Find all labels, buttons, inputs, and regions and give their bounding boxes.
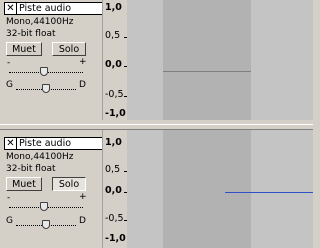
vertical-ruler: 1,0 0,5 0,0 -0,5 -1,0 [102,130,127,248]
solo-button[interactable]: Solo [52,177,86,191]
gain-slider-thumb[interactable] [40,67,48,76]
gain-plus-label: + [79,192,87,202]
pan-slider-thumb[interactable] [42,220,50,229]
waveform-line [225,192,313,193]
ruler-label: 1,0 [105,137,122,148]
track-format: Mono,44100Hz [6,152,74,162]
track-bitdepth: 32-bit float [6,29,56,39]
track-2: ✕ Piste audio Mono,44100Hz 32-bit float … [0,130,313,248]
ruler-label: -1,0 [105,233,126,244]
close-icon[interactable]: ✕ [5,138,17,149]
selection-region[interactable] [163,130,251,248]
track-name[interactable]: Piste audio [17,138,112,149]
vertical-ruler: 1,0 0,5 0,0 -0,5 -1,0 [102,0,127,120]
gain-slider-thumb[interactable] [40,202,48,211]
ruler-label: 0,0 [105,185,122,196]
close-icon[interactable]: ✕ [5,3,17,14]
waveform-area[interactable] [127,0,313,120]
ruler-label: -0,5 [105,213,124,224]
ruler-label: 0,5 [105,30,121,41]
gain-minus-label: - [7,193,11,203]
pan-right-label: D [79,216,86,226]
selection-region[interactable] [163,0,251,120]
track-format: Mono,44100Hz [6,17,74,27]
gain-minus-label: - [7,58,11,68]
waveform-area[interactable] [127,130,313,248]
waveform-line [163,71,251,72]
ruler-label: -1,0 [105,108,126,119]
track-bitdepth: 32-bit float [6,164,56,174]
track-1: ✕ Piste audio Mono,44100Hz 32-bit float … [0,0,313,124]
pan-slider-thumb[interactable] [42,84,50,93]
ruler-label: 0,0 [105,59,122,70]
gain-plus-label: + [79,57,87,67]
solo-button[interactable]: Solo [52,42,86,56]
pan-left-label: G [6,216,13,226]
mute-button[interactable]: Muet [6,177,42,191]
ruler-label: -0,5 [105,89,124,100]
ruler-label: 1,0 [105,2,122,13]
pan-left-label: G [6,80,13,90]
mute-button[interactable]: Muet [6,42,42,56]
pan-right-label: D [79,80,86,90]
track-name[interactable]: Piste audio [17,3,112,14]
ruler-label: 0,5 [105,164,121,175]
